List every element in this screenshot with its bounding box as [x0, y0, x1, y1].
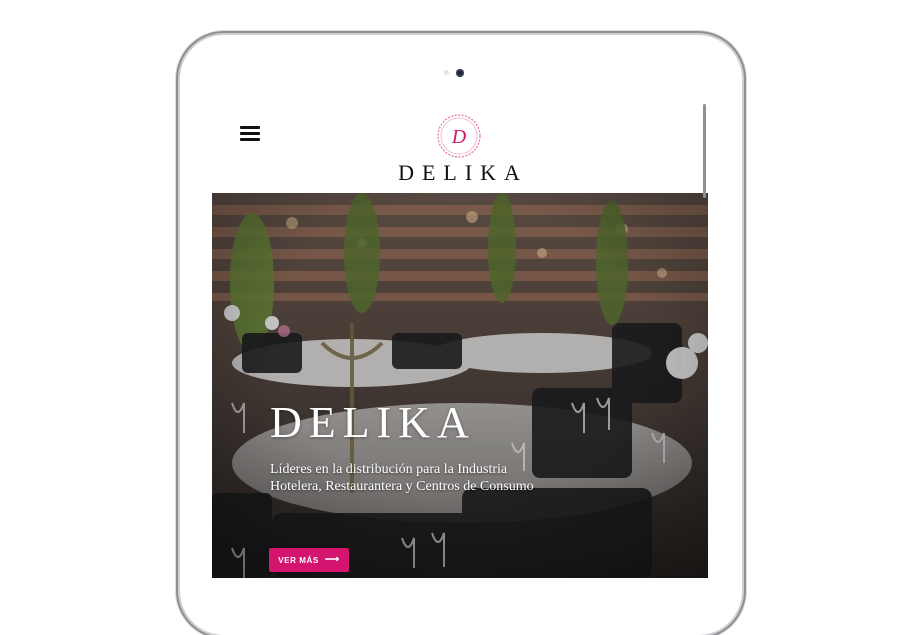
scrollbar[interactable]	[703, 104, 706, 198]
restaurant-photo	[212, 193, 708, 578]
hero-banner: DELIKA Líderes en la distribución para l…	[212, 193, 708, 578]
hamburger-menu-icon[interactable]	[240, 126, 260, 142]
arrow-right-icon: ⟶	[324, 554, 340, 565]
website-screen: D DELIKA DELIKA Líderes en la distribuci…	[212, 96, 708, 578]
logo-emblem[interactable]: D	[435, 112, 483, 160]
hero-subtitle: Líderes en la distribución para la Indus…	[270, 462, 534, 494]
ver-mas-button[interactable]: VER MÁS ⟶	[269, 548, 349, 572]
sensor-dot	[444, 70, 449, 75]
logo-wordmark[interactable]: DELIKA	[212, 160, 708, 186]
cta-label: VER MÁS	[278, 555, 319, 565]
logo-letter: D	[451, 126, 467, 148]
camera-icon	[456, 69, 464, 77]
hero-title: DELIKA	[270, 398, 476, 447]
